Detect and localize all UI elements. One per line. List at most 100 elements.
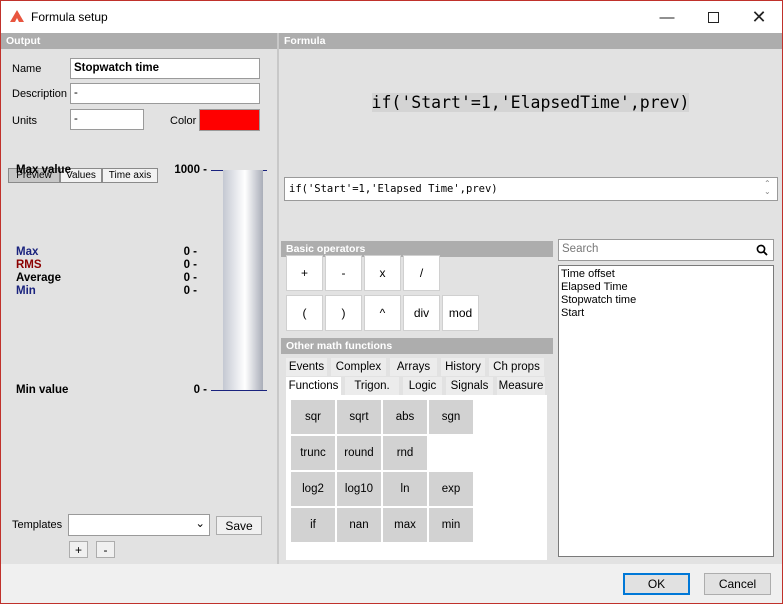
formula-token: ,: [490, 93, 501, 112]
function-button[interactable]: trunc: [291, 436, 335, 470]
math-tab[interactable]: Measure: [497, 377, 545, 395]
math-tab[interactable]: Complex: [331, 358, 386, 376]
operator-button[interactable]: mod: [442, 295, 479, 331]
function-button[interactable]: round: [337, 436, 381, 470]
formula-input[interactable]: if('Start'=1,'Elapsed Time',prev): [284, 177, 778, 201]
max-value: 1000 -: [174, 164, 207, 176]
function-button[interactable]: ln: [383, 472, 427, 506]
math-tab[interactable]: Logic: [403, 377, 442, 395]
stat-max-label: Max: [16, 246, 39, 258]
units-field[interactable]: -: [70, 109, 144, 130]
preview-bar: [223, 170, 263, 391]
function-button[interactable]: log2: [291, 472, 335, 506]
name-label: Name: [12, 63, 42, 75]
operator-button[interactable]: -: [325, 255, 362, 291]
remove-template-button[interactable]: -: [96, 541, 115, 558]
cancel-button[interactable]: Cancel: [704, 573, 771, 595]
function-button[interactable]: exp: [429, 472, 473, 506]
color-label: Color: [170, 115, 197, 127]
min-value-line: [211, 390, 267, 391]
function-button[interactable]: log10: [337, 472, 381, 506]
stat-average-value: 0 -: [183, 272, 197, 284]
math-tab[interactable]: History: [441, 358, 485, 376]
channel-item[interactable]: Time offset: [561, 268, 771, 281]
formula-token: ): [679, 93, 690, 112]
channel-item[interactable]: Elapsed Time: [561, 281, 771, 294]
operator-button[interactable]: (: [286, 295, 323, 331]
ok-button[interactable]: OK: [623, 573, 690, 595]
minimize-icon: —: [659, 8, 675, 26]
max-value-label: Max value: [16, 164, 71, 176]
save-button[interactable]: Save: [216, 516, 262, 535]
stat-average-label: Average: [16, 272, 61, 284]
color-swatch[interactable]: [199, 109, 260, 131]
function-button[interactable]: abs: [383, 400, 427, 434]
function-button[interactable]: max: [383, 508, 427, 542]
channel-item[interactable]: Stopwatch time: [561, 294, 771, 307]
close-icon: ✕: [751, 6, 767, 27]
formula-setup-window: Formula setup — ✕ Output Name Stopwatch …: [0, 0, 783, 604]
window-title: Formula setup: [31, 10, 108, 24]
search-placeholder: Search: [562, 243, 599, 255]
stat-min-value: 0 -: [183, 285, 197, 297]
tab-time-axis[interactable]: Time axis: [102, 168, 158, 183]
formula-token: ,: [629, 93, 640, 112]
output-header: Output: [1, 33, 277, 49]
function-button[interactable]: if: [291, 508, 335, 542]
name-field[interactable]: Stopwatch time: [70, 58, 260, 79]
dialog-body: Output Name Stopwatch time Description -…: [1, 33, 782, 603]
stat-max-value: 0 -: [183, 246, 197, 258]
operator-button[interactable]: +: [286, 255, 323, 291]
units-label: Units: [12, 115, 38, 127]
chevron-down-icon: ⌄: [195, 518, 205, 530]
panel-divider: [277, 33, 279, 564]
description-field[interactable]: -: [70, 83, 260, 104]
formula-token: prev: [639, 93, 680, 112]
formula-header: Formula: [279, 33, 782, 49]
min-value: 0 -: [193, 384, 207, 396]
minimize-button[interactable]: —: [644, 1, 690, 33]
templates-select[interactable]: ⌄: [68, 514, 210, 536]
stat-rms-label: RMS: [16, 259, 42, 271]
operator-button[interactable]: div: [403, 295, 440, 331]
stat-min-label: Min: [16, 285, 36, 297]
formula-token: 'Start': [401, 93, 471, 112]
function-button[interactable]: min: [429, 508, 473, 542]
add-template-button[interactable]: +: [69, 541, 88, 558]
formula-display: if('Start'=1,'ElapsedTime',prev): [279, 93, 782, 112]
formula-token: if: [371, 93, 392, 112]
formula-token: 1: [480, 93, 491, 112]
operator-button[interactable]: x: [364, 255, 401, 291]
math-tab[interactable]: Functions: [286, 377, 341, 395]
formula-token: =: [470, 93, 481, 112]
function-button[interactable]: rnd: [383, 436, 427, 470]
operator-button[interactable]: ): [325, 295, 362, 331]
search-input[interactable]: Search: [558, 239, 774, 261]
min-value-label: Min value: [16, 384, 69, 396]
math-tab[interactable]: Trigon.: [345, 377, 399, 395]
channel-list: Time offset Elapsed Time Stopwatch time …: [558, 265, 774, 557]
formula-token: 'ElapsedTime': [500, 93, 630, 112]
math-tab[interactable]: Arrays: [390, 358, 437, 376]
operator-button[interactable]: ^: [364, 295, 401, 331]
description-label: Description: [12, 88, 68, 100]
maximize-icon: [707, 11, 719, 23]
formula-input-spinner-icon[interactable]: ⌃ ⌄: [764, 180, 771, 196]
channel-item[interactable]: Start: [561, 307, 771, 320]
other-math-header: Other math functions: [281, 338, 553, 354]
app-logo-icon: [10, 10, 24, 22]
search-icon: [756, 244, 768, 256]
function-button[interactable]: sqr: [291, 400, 335, 434]
templates-label: Templates: [12, 519, 63, 531]
close-button[interactable]: ✕: [736, 1, 782, 33]
formula-token: (: [391, 93, 402, 112]
math-tab[interactable]: Events: [286, 358, 327, 376]
math-tab[interactable]: Signals: [446, 377, 493, 395]
maximize-button[interactable]: [690, 1, 736, 33]
math-tab[interactable]: Ch props: [489, 358, 544, 376]
stat-rms-value: 0 -: [183, 259, 197, 271]
operator-button[interactable]: /: [403, 255, 440, 291]
function-button[interactable]: sqrt: [337, 400, 381, 434]
function-button[interactable]: nan: [337, 508, 381, 542]
function-button[interactable]: sgn: [429, 400, 473, 434]
